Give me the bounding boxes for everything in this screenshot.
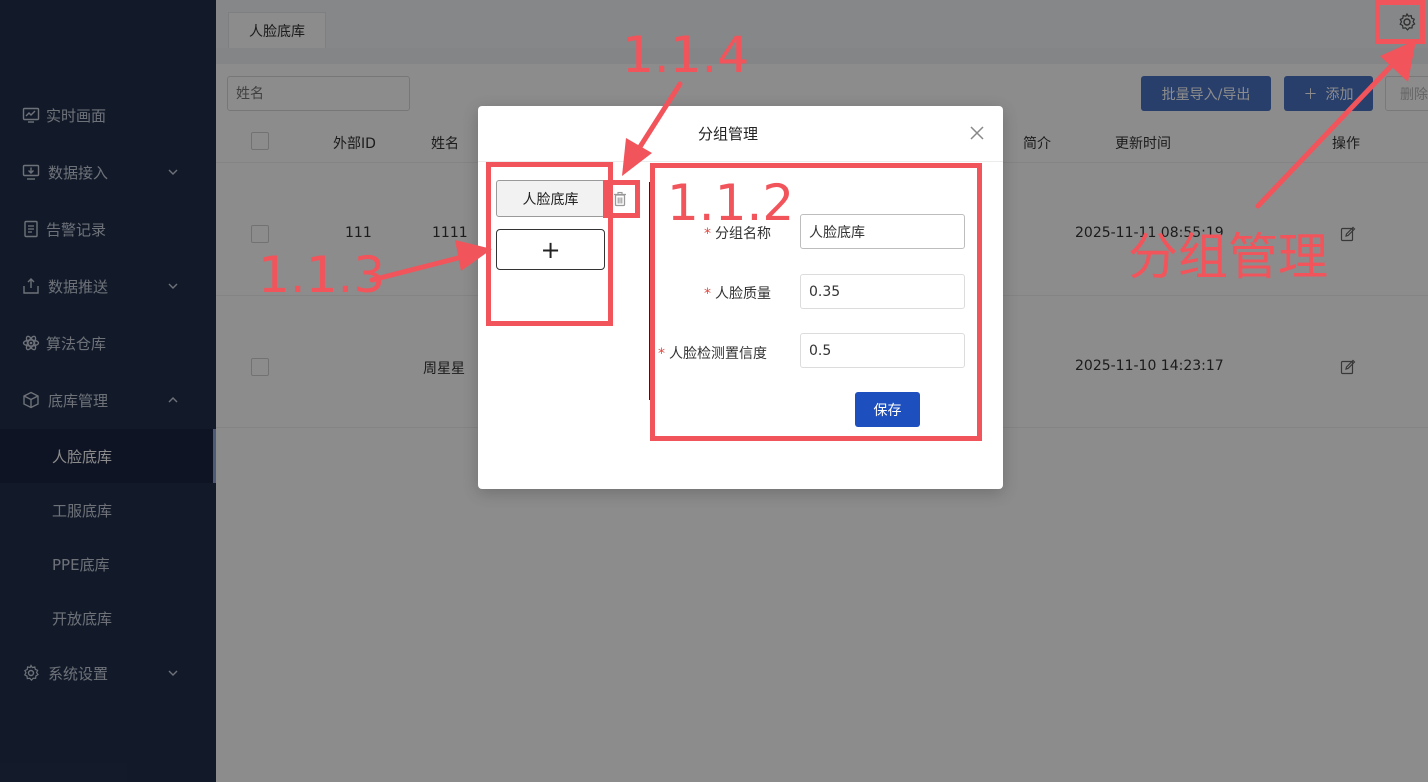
annotation-label-group-management: 分组管理 bbox=[1128, 228, 1328, 286]
annotation-label-112: 1.1.2 bbox=[667, 174, 795, 232]
annotation-arrows bbox=[369, 40, 1416, 283]
annotation-label-113: 1.1.3 bbox=[258, 246, 386, 304]
annotation-label-114: 1.1.4 bbox=[622, 26, 750, 84]
